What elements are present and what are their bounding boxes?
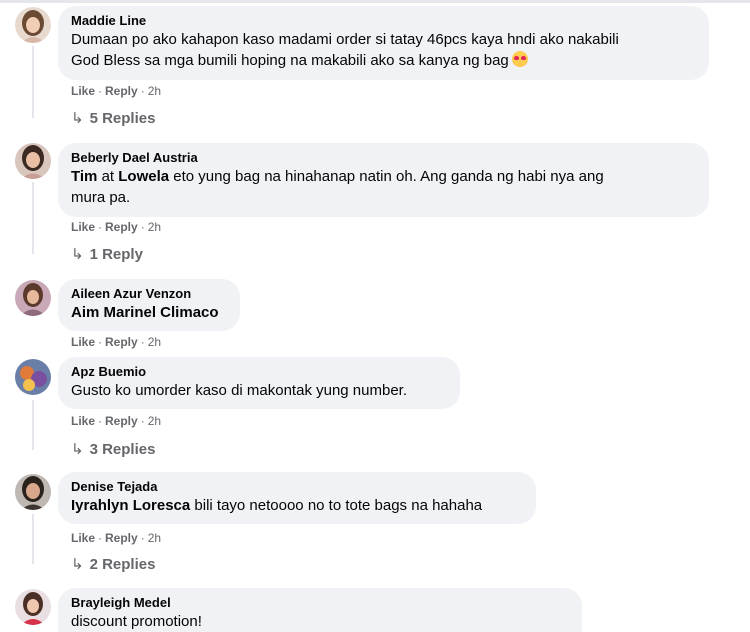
avatar[interactable] [15, 589, 51, 625]
reply-button[interactable]: Reply [105, 84, 138, 98]
comment-text: Gusto ko umorder kaso di makontak yung n… [71, 382, 408, 399]
comment-time[interactable]: 2h [148, 84, 161, 98]
thread-line [32, 46, 34, 118]
comment-author[interactable]: Beberly Dael Austria [71, 150, 696, 166]
reply-button[interactable]: Reply [105, 220, 138, 234]
mention-link[interactable]: Lowela [118, 168, 169, 185]
replies-count: 2 Replies [89, 556, 156, 573]
replies-count: 3 Replies [89, 441, 156, 458]
comment-text: Iyrahlyn Loresca bili tayo netoooo no to… [71, 495, 523, 516]
comment-time[interactable]: 2h [148, 414, 161, 428]
reply-arrow-icon: ↳ [71, 556, 84, 573]
replies-count: 5 Replies [89, 110, 156, 127]
view-replies-button[interactable]: ↳ 5 Replies [71, 109, 155, 129]
reply-arrow-icon: ↳ [71, 110, 84, 127]
separator: · [98, 84, 103, 98]
view-replies-button[interactable]: ↳ 1 Reply [71, 245, 143, 265]
avatar[interactable] [15, 474, 51, 510]
comment-author[interactable]: Maddie Line [71, 13, 696, 29]
replies-count: 1 Reply [89, 246, 143, 263]
comment-actions: Like · Reply · 2h [71, 530, 161, 546]
comment-time[interactable]: 2h [148, 531, 161, 545]
avatar[interactable] [15, 143, 51, 179]
reply-arrow-icon: ↳ [71, 246, 84, 263]
comment-bubble: Brayleigh Medel discount promotion! [58, 588, 582, 632]
top-divider [0, 0, 750, 3]
comment-text: Tim at Lowela eto yung bag na hinahanap … [71, 166, 696, 187]
view-replies-button[interactable]: ↳ 3 Replies [71, 440, 155, 460]
separator: · [98, 414, 103, 428]
separator: · [98, 335, 103, 349]
comment-author[interactable]: Apz Buemio [71, 364, 447, 380]
comment-text: discount promotion! [71, 613, 202, 630]
comment-bubble: Aileen Azur Venzon Aim Marinel Climaco [58, 279, 240, 331]
like-button[interactable]: Like [71, 414, 95, 428]
like-button[interactable]: Like [71, 220, 95, 234]
like-button[interactable]: Like [71, 335, 95, 349]
comment-text-fragment: bili tayo netoooo no to tote bags na hah… [190, 497, 483, 514]
comment-author[interactable]: Denise Tejada [71, 479, 523, 495]
separator: · [98, 220, 103, 234]
separator: · [98, 531, 103, 545]
like-button[interactable]: Like [71, 84, 95, 98]
comment-time[interactable]: 2h [148, 335, 161, 349]
separator: · [140, 220, 145, 234]
like-button[interactable]: Like [71, 531, 95, 545]
mention-link[interactable]: Aim Marinel Climaco [71, 302, 227, 323]
thread-line [32, 514, 34, 564]
comment-bubble: Beberly Dael Austria Tim at Lowela eto y… [58, 143, 709, 217]
mention-link[interactable]: Tim [71, 168, 97, 185]
avatar[interactable] [15, 280, 51, 316]
reply-button[interactable]: Reply [105, 414, 138, 428]
reply-arrow-icon: ↳ [71, 441, 84, 458]
separator: · [140, 84, 145, 98]
comment-bubble: Apz Buemio Gusto ko umorder kaso di mako… [58, 357, 460, 409]
comment-text-fragment: at [97, 168, 119, 185]
thread-line [32, 400, 34, 450]
separator: · [140, 335, 145, 349]
comment-text-fragment: eto yung bag na hinahanap natin oh. Ang … [169, 168, 604, 185]
comment-actions: Like · Reply · 2h [71, 334, 161, 350]
comment-author[interactable]: Aileen Azur Venzon [71, 286, 227, 302]
smiling-face-with-hearts-icon [511, 51, 528, 67]
comment-text: God Bless sa mga bumili hoping na makabi… [71, 50, 696, 71]
view-replies-button[interactable]: ↳ 2 Replies [71, 555, 155, 575]
reply-button[interactable]: Reply [105, 335, 138, 349]
comment-text-line: Dumaan po ako kahapon kaso madami order … [71, 31, 619, 48]
comment-actions: Like · Reply · 2h [71, 83, 161, 99]
comment-bubble: Denise Tejada Iyrahlyn Loresca bili tayo… [58, 472, 536, 524]
comment-bubble: Maddie Line Dumaan po ako kahapon kaso m… [58, 6, 709, 80]
comment-author[interactable]: Brayleigh Medel [71, 595, 569, 611]
comment-text: Dumaan po ako kahapon kaso madami order … [71, 29, 696, 50]
reply-button[interactable]: Reply [105, 531, 138, 545]
avatar[interactable] [15, 7, 51, 43]
thread-line [32, 182, 34, 254]
comment-actions: Like · Reply · 2h [71, 413, 161, 429]
avatar[interactable] [15, 359, 51, 395]
comment-text-line: God Bless sa mga bumili hoping na makabi… [71, 52, 509, 69]
comment-text-line: mura pa. [71, 189, 131, 206]
comment-time[interactable]: 2h [148, 220, 161, 234]
comment-actions: Like · Reply · 2h [71, 219, 161, 235]
separator: · [140, 531, 145, 545]
separator: · [140, 414, 145, 428]
mention-link[interactable]: Iyrahlyn Loresca [71, 497, 190, 514]
